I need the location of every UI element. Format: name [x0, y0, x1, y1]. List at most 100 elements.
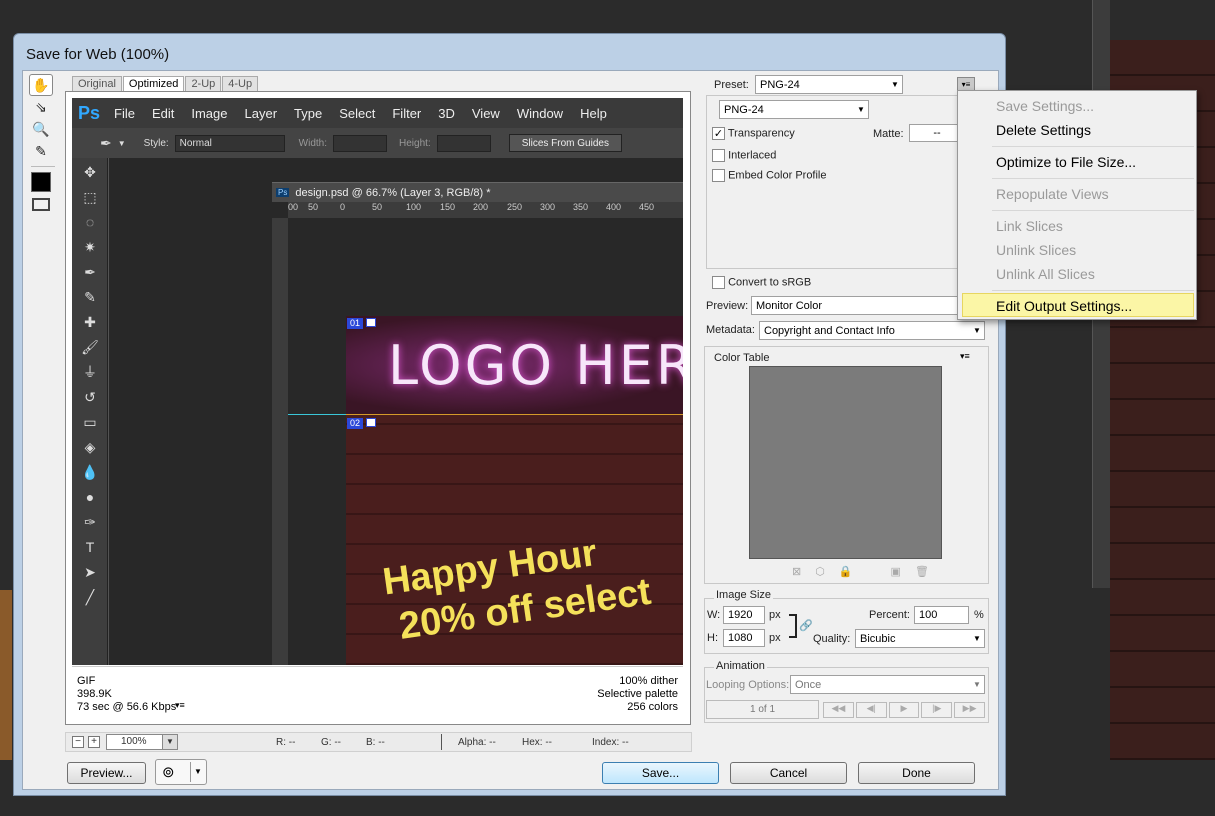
quality-value: Bicubic — [860, 632, 896, 645]
done-button[interactable]: Done — [858, 762, 975, 784]
slice-boundary — [346, 414, 683, 415]
zoom-tool-icon[interactable]: 🔍 — [29, 118, 53, 140]
slice-tag-01: 01 — [347, 318, 364, 329]
matte-field[interactable]: -- — [909, 124, 961, 142]
animation-controls: ◀◀ ◀| ▶ |▶ ▶▶ — [823, 702, 985, 718]
ps-width-label: Width: — [298, 137, 328, 149]
preview-value: Monitor Color — [756, 299, 823, 312]
delete-color-icon[interactable]: 🗑 — [915, 565, 929, 579]
ps-doc-icon: Ps — [276, 188, 290, 197]
image-size-title: Image Size — [714, 589, 774, 601]
convert-srgb-label: Convert to sRGB — [728, 276, 812, 289]
preset-select[interactable]: PNG-24 ▼ — [755, 75, 903, 94]
sfw-toolbox: ✋ ⇘ 🔍 ✎ — [29, 74, 57, 215]
menu-item-repopulate-views: Repopulate Views — [996, 186, 1109, 202]
slice-select-tool-icon[interactable]: ⇘ — [29, 96, 53, 118]
slice-image-icon — [366, 418, 376, 427]
ps-menubar: Ps File Edit Image Layer Type Select Fil… — [72, 98, 683, 128]
slice-image-icon — [366, 318, 376, 327]
ruler-tick: 200 — [473, 202, 489, 212]
eyedropper-tool-icon[interactable]: ✎ — [29, 140, 53, 162]
ps-history-brush-icon: ↺ — [84, 388, 96, 405]
transparency-checkbox[interactable]: ✓ — [712, 127, 725, 140]
metadata-select[interactable]: Copyright and Contact Info ▼ — [759, 321, 985, 340]
new-color-icon[interactable]: ▣ — [891, 565, 901, 579]
browser-dropdown-icon[interactable]: ▼ — [190, 762, 205, 782]
dialog-title: Save for Web (100%) — [26, 46, 170, 63]
constrain-bracket — [789, 614, 797, 638]
interlaced-checkbox[interactable] — [712, 149, 725, 162]
ps-menu-3d: 3D — [438, 105, 455, 121]
artwork: LOGO HER Happy Hour 20% off select 01 02 — [346, 316, 683, 665]
percent-input[interactable]: 100 — [914, 606, 969, 624]
matte-label: Matte: — [873, 128, 904, 140]
menu-item-optimize-to-file-size[interactable]: Optimize to File Size... — [996, 154, 1136, 170]
ruler-tick: 50 — [372, 202, 383, 212]
ps-brush-icon: 🖌 — [81, 338, 99, 355]
ps-toolbar: ✥ ⬚ ◌ ✷ ✒ ✎ ✚ 🖌 ⏚ ↺ ▭ ◈ 💧 ● ✑ T ➤ ╱ — [72, 158, 108, 665]
ps-dodge-icon: ● — [85, 489, 95, 505]
convert-srgb-checkbox[interactable] — [712, 276, 725, 289]
background-image-strip — [0, 590, 12, 760]
preview-image[interactable]: Ps File Edit Image Layer Type Select Fil… — [72, 98, 683, 665]
ps-stamp-icon: ⏚ — [83, 364, 97, 380]
link-chain-icon[interactable]: 🔗 — [799, 619, 813, 632]
ps-menu-type: Type — [294, 105, 323, 121]
next-frame-icon: |▶ — [921, 702, 953, 718]
ps-menu-view: View — [471, 105, 500, 121]
hand-tool-icon[interactable]: ✋ — [29, 74, 53, 96]
logo-text: LOGO HER — [388, 334, 683, 397]
ps-vertical-ruler — [272, 218, 288, 665]
width-unit: px — [769, 609, 781, 621]
toggle-slices-visibility-icon[interactable] — [29, 193, 53, 215]
preview-select[interactable]: Monitor Color — [751, 296, 961, 315]
ps-marquee-tool-icon: ⬚ — [83, 188, 97, 205]
convert-srgb-option[interactable]: Convert to sRGB — [712, 276, 811, 289]
embed-profile-checkbox[interactable] — [712, 169, 725, 182]
menu-separator — [992, 146, 1194, 147]
ps-menu-select: Select — [339, 105, 376, 121]
zoom-dropdown-icon[interactable]: ▼ — [162, 735, 177, 749]
preview-label: Preview: — [706, 300, 749, 312]
height-label: H: — [707, 632, 718, 644]
quality-label: Quality: — [813, 633, 851, 645]
map-color-icon[interactable]: ⊠ — [792, 565, 801, 579]
info-colors: 256 colors — [627, 701, 678, 713]
browser-preview-button[interactable]: ⊚ ▼ — [155, 759, 207, 785]
width-input[interactable]: 1920 — [723, 606, 765, 624]
zoom-in-button[interactable]: + — [88, 736, 100, 748]
lock-color-icon[interactable]: 🔒 — [839, 565, 853, 579]
ps-menu-image: Image — [191, 105, 228, 121]
quality-select[interactable]: Bicubic ▼ — [855, 629, 985, 648]
zoom-out-button[interactable]: − — [72, 736, 84, 748]
save-button[interactable]: Save... — [602, 762, 719, 784]
ps-style-select: Normal — [174, 134, 285, 152]
color-table-swatches[interactable] — [749, 366, 942, 559]
info-menu-icon[interactable]: ▾≡ — [175, 700, 185, 711]
readout-hex: Hex: -- — [522, 737, 552, 748]
ps-bucket-icon: ◈ — [84, 438, 96, 455]
embed-profile-option[interactable]: Embed Color Profile — [712, 169, 827, 182]
color-table-menu-icon[interactable]: ▾≡ — [960, 351, 970, 362]
metadata-label: Metadata: — [706, 324, 755, 336]
web-shift-icon[interactable]: ⬡ — [815, 565, 825, 579]
ruler-tick: 450 — [639, 202, 655, 212]
format-select[interactable]: PNG-24 ▼ — [719, 100, 869, 119]
menu-item-delete-settings[interactable]: Delete Settings — [996, 122, 1091, 138]
preview-button[interactable]: Preview... — [67, 762, 146, 784]
menu-separator — [992, 290, 1194, 291]
interlaced-option[interactable]: Interlaced — [712, 149, 776, 162]
ps-eyedropper-icon: ✎ — [84, 288, 96, 305]
ruler-tick: 300 — [540, 202, 556, 212]
ps-slices-from-guides-button: Slices From Guides — [508, 134, 622, 152]
transparency-option[interactable]: ✓ Transparency — [712, 127, 795, 140]
height-input[interactable]: 1080 — [723, 629, 765, 647]
prev-frame-icon: ◀| — [855, 702, 887, 718]
menu-item-save-settings: Save Settings... — [996, 98, 1095, 114]
menu-item-edit-output-settings[interactable]: Edit Output Settings... — [996, 298, 1132, 314]
ps-path-select-icon: ➤ — [84, 563, 96, 580]
eyedropper-color-swatch[interactable] — [29, 171, 53, 193]
ps-document-title: design.psd @ 66.7% (Layer 3, RGB/8) * — [295, 186, 491, 199]
cancel-button[interactable]: Cancel — [730, 762, 847, 784]
ps-menu-edit: Edit — [151, 105, 175, 121]
